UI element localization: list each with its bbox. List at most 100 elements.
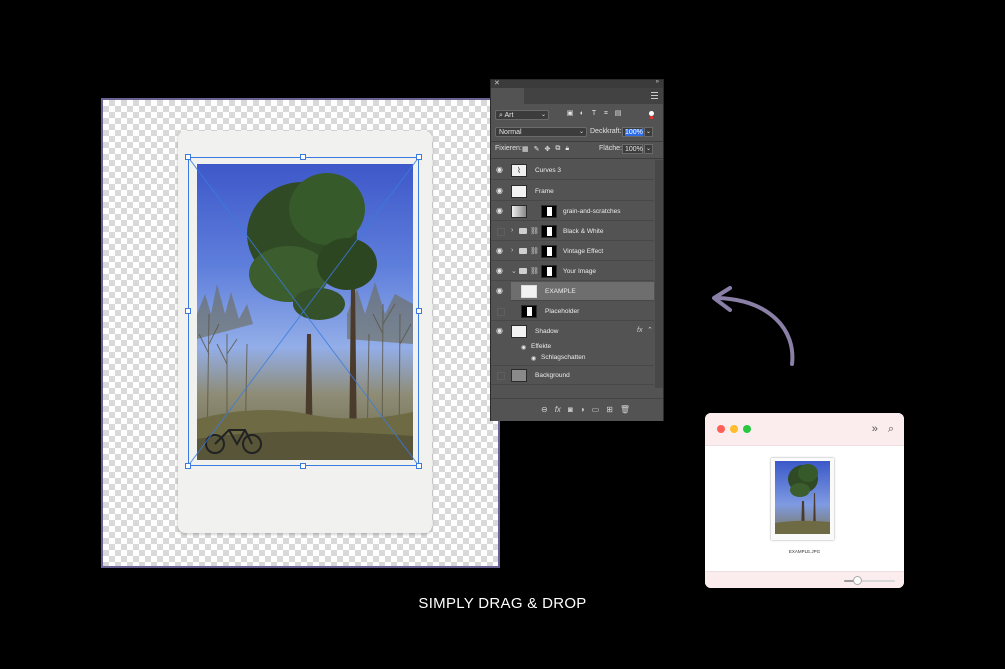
eye-icon[interactable]: ◉ — [496, 247, 504, 255]
close-icon[interactable]: ✕ — [494, 79, 500, 87]
transform-handle-top-right[interactable] — [416, 154, 422, 160]
filter-shape-icon[interactable]: ⌗ — [602, 110, 610, 118]
adjustment-icon[interactable]: ◑ — [580, 405, 585, 414]
visibility-off-box[interactable] — [497, 308, 505, 316]
chevron-right-icon[interactable]: › — [511, 227, 513, 234]
layer-name: Vintage Effect — [563, 248, 604, 255]
chevron-double-right-icon[interactable]: » — [872, 423, 878, 436]
layer-name: EXAMPLE — [545, 288, 576, 295]
layer-row-grain[interactable]: ◉ grain-and-scratches — [491, 202, 654, 221]
fill-label: Fläche: — [599, 145, 622, 152]
layer-thumbnail — [511, 185, 527, 198]
divider — [491, 141, 663, 142]
curves-adjustment-icon: ⌇ — [511, 164, 527, 177]
zoom-button[interactable] — [743, 425, 751, 433]
fill-input[interactable]: 100% — [622, 144, 643, 154]
chevron-up-icon[interactable]: ⌃ — [647, 326, 653, 334]
collapse-icon[interactable]: » — [656, 79, 659, 85]
layers-scrollbar[interactable] — [655, 160, 663, 388]
eye-icon[interactable]: ◉ — [496, 187, 504, 195]
layer-row-placeholder[interactable]: Placeholder — [491, 302, 654, 321]
link-icon: ⛓︎ — [530, 248, 539, 255]
lock-position-icon[interactable]: ✥ — [545, 145, 551, 153]
layer-thumbnail — [511, 369, 527, 382]
transform-handle-top-left[interactable] — [185, 154, 191, 160]
mask-icon[interactable]: ◙ — [568, 405, 573, 414]
layer-name: Frame — [535, 188, 554, 195]
chevron-down-icon: ⌄ — [540, 112, 546, 118]
transform-handle-bottom[interactable] — [300, 463, 306, 469]
search-icon: ⌕ — [499, 112, 503, 119]
visibility-off-box[interactable] — [497, 372, 505, 380]
filter-pixel-icon[interactable]: ▣ — [566, 110, 574, 118]
transform-handle-left[interactable] — [185, 308, 191, 314]
eye-icon[interactable]: ◉ — [521, 344, 529, 352]
tab-layers[interactable] — [491, 88, 524, 104]
minimize-button[interactable] — [730, 425, 738, 433]
new-layer-icon[interactable]: ⊞ — [606, 405, 613, 414]
filter-type-icon[interactable]: T — [590, 110, 598, 118]
search-icon[interactable]: ⌕ — [888, 423, 894, 436]
link-icon[interactable]: ⊖ — [541, 405, 548, 414]
layer-name: Your Image — [563, 268, 597, 275]
layer-filter-select[interactable]: ⌕ Art ⌄ — [495, 110, 549, 120]
layer-row-example[interactable]: EXAMPLE — [511, 282, 654, 301]
eye-icon[interactable]: ◉ — [531, 355, 539, 363]
layer-mask-thumbnail — [541, 245, 557, 258]
folder-icon — [519, 268, 527, 274]
fill-value: 100% — [625, 146, 643, 153]
opacity-dropdown[interactable]: ⌄ — [644, 127, 653, 137]
layer-name: Placeholder — [545, 308, 580, 315]
file-name-label[interactable]: EXAMPLE.JPG — [705, 549, 904, 554]
layer-row-frame[interactable]: ◉ Frame — [491, 182, 654, 201]
layer-thumbnail — [521, 305, 537, 318]
lock-transparency-icon[interactable]: ▦ — [522, 145, 529, 153]
close-button[interactable] — [717, 425, 725, 433]
panel-menu-icon[interactable] — [651, 92, 658, 99]
layer-row-vintage[interactable]: ◉ › ⛓︎ Vintage Effect — [491, 242, 654, 261]
transform-handle-top[interactable] — [300, 154, 306, 160]
link-icon: ⛓︎ — [530, 268, 539, 275]
layers-panel: ✕ » ⌕ Art ⌄ ▣ ◐ T ⌗ ▤ Normal ⌄ Deckkraft… — [491, 79, 663, 420]
layer-row-shadow[interactable]: ◉ Shadow fx ⌃ ◉ Effekte ◉ Schlagschatten — [491, 322, 654, 366]
visibility-off-box[interactable] — [497, 228, 505, 236]
chevron-down-icon[interactable]: ⌄ — [511, 267, 517, 275]
layer-row-black-white[interactable]: › ⛓︎ Black & White — [491, 222, 654, 241]
file-preview-image — [775, 461, 830, 534]
blend-mode-select[interactable]: Normal ⌄ — [495, 127, 587, 137]
lock-artboard-icon[interactable]: ⧉ — [555, 145, 560, 153]
eye-icon[interactable]: ◉ — [496, 267, 504, 275]
fx-icon[interactable]: fx — [637, 327, 642, 334]
filter-icons: ▣ ◐ T ⌗ ▤ — [566, 110, 622, 118]
layer-row-your-image[interactable]: ◉ ⌄ ⛓︎ Your Image — [491, 262, 654, 281]
finder-window: » ⌕ EXAMPLE.JPG — [705, 413, 904, 588]
fx-icon[interactable]: fx — [555, 405, 561, 414]
transform-handle-bottom-right[interactable] — [416, 463, 422, 469]
opacity-input[interactable]: 100% — [622, 127, 643, 137]
lock-all-icon[interactable]: 🔒︎ — [565, 145, 569, 153]
folder-icon[interactable]: ▭ — [592, 405, 600, 414]
layer-row-background[interactable]: Background — [491, 366, 654, 385]
eye-icon[interactable]: ◉ — [496, 287, 504, 295]
effects-label: Effekte — [531, 343, 552, 350]
layer-thumbnail — [511, 205, 527, 218]
chevron-right-icon[interactable]: › — [511, 247, 513, 254]
eye-icon[interactable]: ◉ — [496, 207, 504, 215]
layer-mask-thumbnail — [541, 225, 557, 238]
folder-icon — [519, 228, 527, 234]
file-thumbnail[interactable] — [771, 458, 834, 540]
layer-row-curves[interactable]: ◉ ⌇ Curves 3 — [491, 161, 654, 180]
finder-bottom-bar — [705, 571, 904, 588]
fill-dropdown[interactable]: ⌄ — [644, 144, 653, 154]
transform-handle-bottom-left[interactable] — [185, 463, 191, 469]
filter-smartobject-icon[interactable]: ▤ — [614, 110, 622, 118]
trash-icon[interactable]: 🗑︎ — [620, 405, 630, 414]
filter-adjustment-icon[interactable]: ◐ — [578, 110, 586, 118]
filter-toggle-indicator — [650, 116, 653, 119]
eye-icon[interactable]: ◉ — [496, 327, 504, 335]
icon-size-slider-knob[interactable] — [853, 576, 862, 585]
lock-pixels-icon[interactable]: ✎ — [534, 145, 540, 153]
eye-icon[interactable]: ◉ — [496, 166, 504, 174]
transform-handle-right[interactable] — [416, 308, 422, 314]
transform-diagonals — [188, 157, 419, 466]
